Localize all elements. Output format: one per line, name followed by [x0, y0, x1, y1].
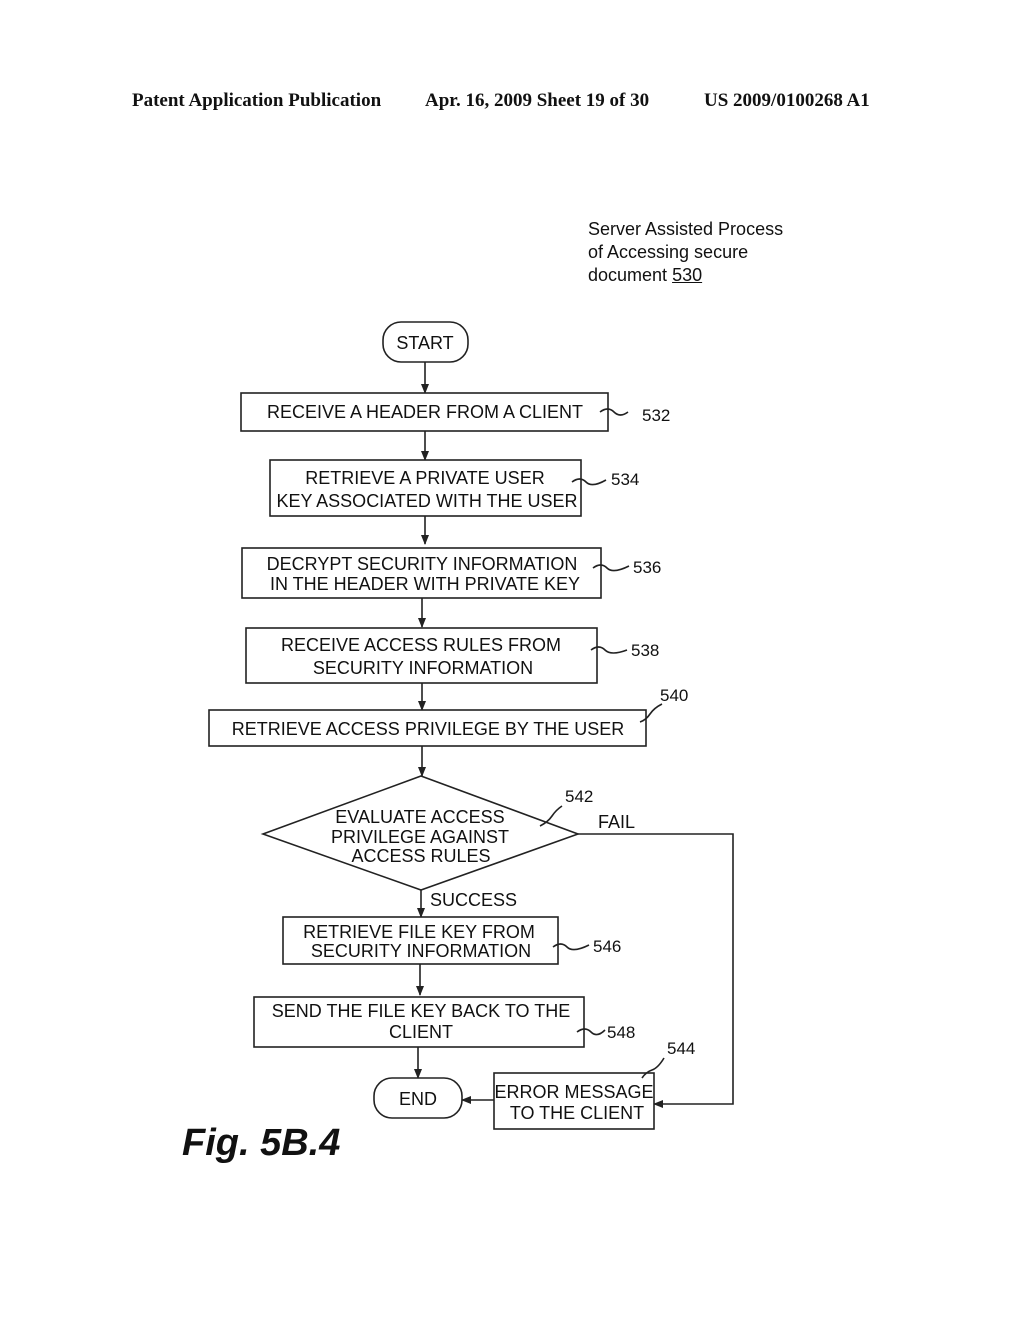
flowchart: START RECEIVE A HEADER FROM A CLIENT 532…	[208, 321, 734, 1130]
ref-542: 542	[565, 787, 593, 806]
ref-532: 532	[642, 406, 670, 425]
start-terminal: START	[382, 321, 469, 363]
end-label: END	[399, 1089, 437, 1109]
fail-label: FAIL	[598, 812, 635, 832]
decision-line-3: ACCESS RULES	[351, 846, 490, 866]
step-544-line-1: ERROR MESSAGE	[494, 1082, 653, 1102]
step-536-line-2: IN THE HEADER WITH PRIVATE KEY	[270, 574, 580, 594]
figure-label: Fig. 5B.4	[182, 1122, 341, 1164]
success-label: SUCCESS	[430, 890, 517, 910]
step-546-line-2: SECURITY INFORMATION	[311, 941, 531, 961]
step-546: RETRIEVE FILE KEY FROM SECURITY INFORMAT…	[282, 916, 621, 965]
decision-line-1: EVALUATE ACCESS	[335, 807, 504, 827]
step-546-line-1: RETRIEVE FILE KEY FROM	[303, 922, 535, 942]
arrow-fail-544	[578, 833, 734, 1108]
step-544: ERROR MESSAGE TO THE CLIENT 544	[493, 1039, 695, 1130]
start-label: START	[396, 333, 453, 353]
step-534-line-2: KEY ASSOCIATED WITH THE USER	[276, 491, 577, 511]
ref-540: 540	[660, 686, 688, 705]
ref-534: 534	[611, 470, 639, 489]
decision-542: EVALUATE ACCESS PRIVILEGE AGAINST ACCESS…	[260, 775, 635, 910]
step-536: DECRYPT SECURITY INFORMATION IN THE HEAD…	[241, 547, 661, 599]
step-548: SEND THE FILE KEY BACK TO THE CLIENT 548	[253, 996, 635, 1048]
step-534: RETRIEVE A PRIVATE USER KEY ASSOCIATED W…	[269, 459, 639, 517]
step-548-line-1: SEND THE FILE KEY BACK TO THE	[272, 1001, 570, 1021]
step-544-line-2: TO THE CLIENT	[510, 1103, 644, 1123]
step-548-line-2: CLIENT	[389, 1022, 453, 1042]
step-540: RETRIEVE ACCESS PRIVILEGE BY THE USER 54…	[208, 686, 688, 747]
ref-538: 538	[631, 641, 659, 660]
step-538-line-2: SECURITY INFORMATION	[313, 658, 533, 678]
step-532-text: RECEIVE A HEADER FROM A CLIENT	[267, 402, 583, 422]
step-532: RECEIVE A HEADER FROM A CLIENT 532	[240, 392, 670, 432]
ref-548: 548	[607, 1023, 635, 1042]
decision-line-2: PRIVILEGE AGAINST	[331, 827, 509, 847]
end-terminal: END	[373, 1077, 463, 1119]
ref-536: 536	[633, 558, 661, 577]
ref-544: 544	[667, 1039, 695, 1058]
step-538-line-1: RECEIVE ACCESS RULES FROM	[281, 635, 561, 655]
step-538: RECEIVE ACCESS RULES FROM SECURITY INFOR…	[245, 627, 659, 684]
step-540-text: RETRIEVE ACCESS PRIVILEGE BY THE USER	[232, 719, 624, 739]
ref-546: 546	[593, 937, 621, 956]
step-536-line-1: DECRYPT SECURITY INFORMATION	[267, 554, 578, 574]
step-534-line-1: RETRIEVE A PRIVATE USER	[305, 468, 544, 488]
